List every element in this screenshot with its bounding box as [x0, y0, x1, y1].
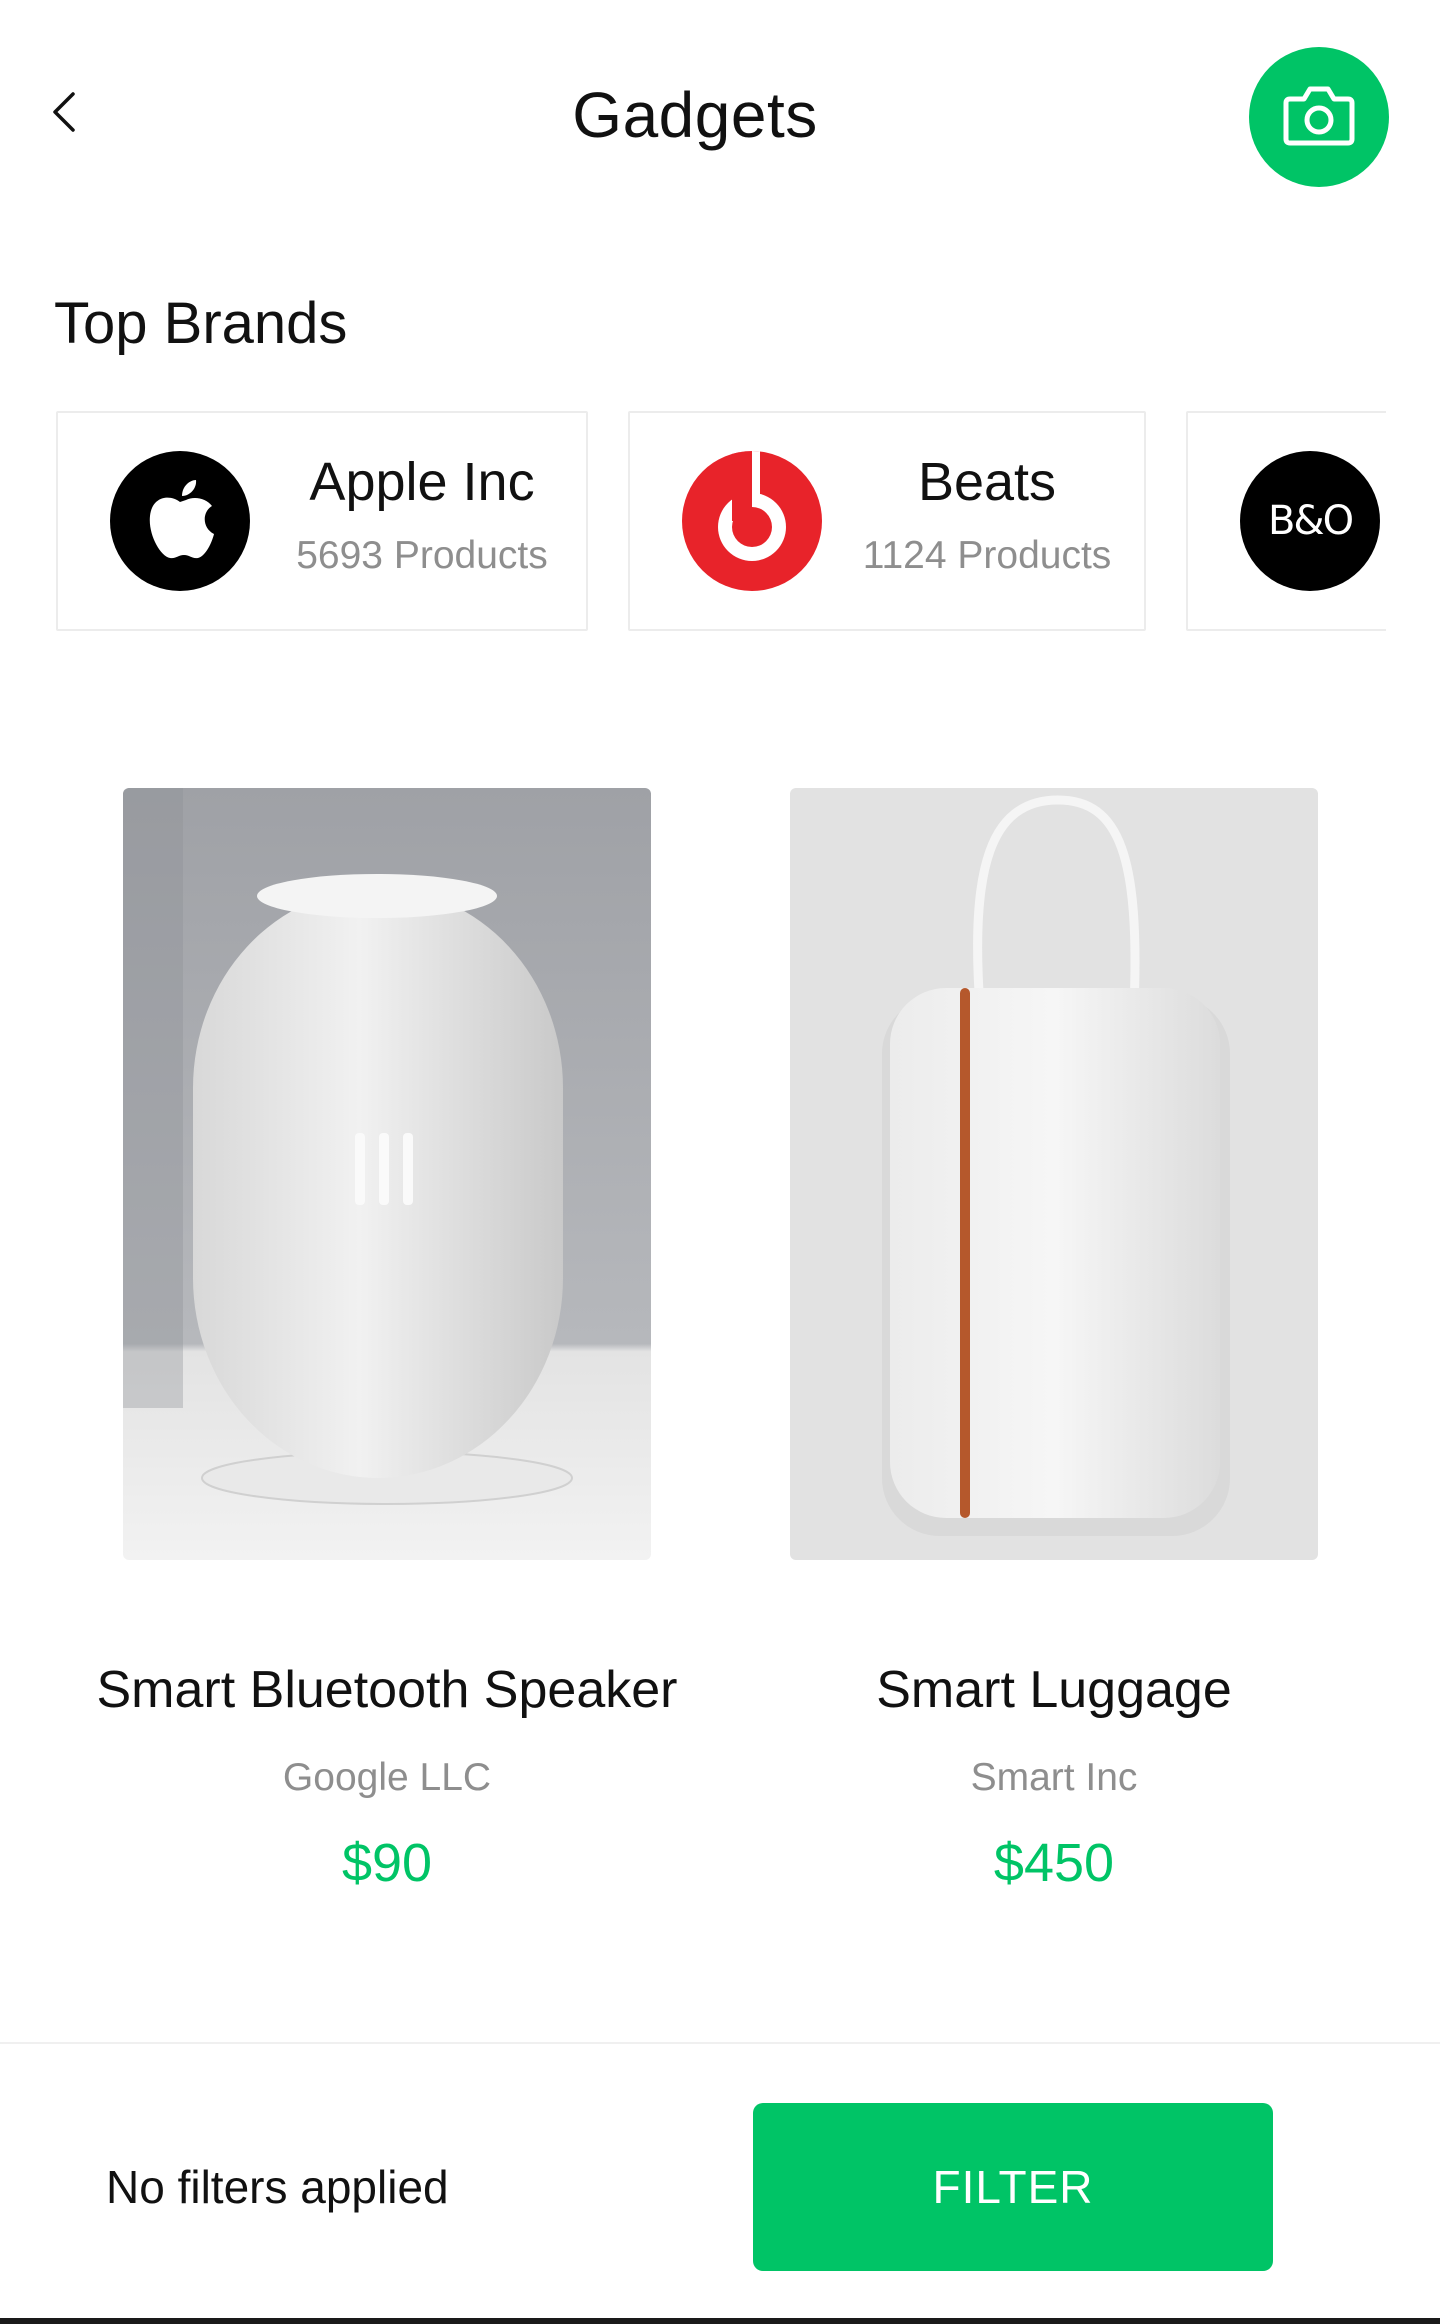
brand-card-beats[interactable]: Beats 1124 Products — [628, 411, 1146, 631]
speaker-image — [123, 788, 651, 1560]
brand-card-bang-olufsen[interactable]: B&O — [1186, 411, 1386, 631]
product-card-speaker[interactable]: Smart Bluetooth Speaker Google LLC $90 — [97, 788, 678, 1893]
page-title: Gadgets — [572, 79, 818, 151]
brand-name: Beats — [917, 452, 1057, 512]
camera-button[interactable] — [1249, 47, 1389, 187]
filter-status: No filters applied — [106, 2161, 449, 2213]
top-brands-title: Top Brands — [54, 291, 348, 356]
brand-name: Apple Inc — [309, 452, 535, 512]
product-brand: Smart Inc — [970, 1756, 1138, 1799]
bang-olufsen-logo: B&O — [1240, 451, 1380, 591]
luggage-image — [790, 788, 1318, 1560]
brands-carousel[interactable]: Apple Inc 5693 Products Beats 1124 Produ… — [56, 411, 1386, 635]
product-name: Smart Luggage — [876, 1661, 1232, 1719]
home-indicator — [0, 2318, 1440, 2324]
product-card-luggage[interactable]: Smart Luggage Smart Inc $450 — [790, 788, 1318, 1893]
beats-logo — [682, 451, 822, 591]
brand-product-count: 1124 Products — [862, 534, 1112, 578]
product-price: $450 — [993, 1833, 1115, 1893]
camera-icon — [1282, 83, 1356, 152]
product-price: $90 — [341, 1833, 433, 1893]
brand-card-apple[interactable]: Apple Inc 5693 Products — [56, 411, 588, 631]
bottom-divider — [0, 2042, 1440, 2044]
apple-logo — [110, 451, 250, 591]
product-name: Smart Bluetooth Speaker — [96, 1661, 678, 1719]
product-brand: Google LLC — [282, 1756, 492, 1799]
brand-product-count: 5693 Products — [296, 534, 548, 578]
filter-button[interactable]: FILTER — [753, 2103, 1273, 2271]
